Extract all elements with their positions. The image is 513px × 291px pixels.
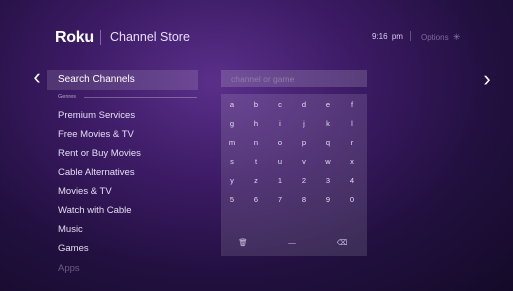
- key-l[interactable]: l: [342, 115, 362, 132]
- key-w[interactable]: w: [318, 153, 338, 170]
- key-r[interactable]: r: [342, 134, 362, 151]
- key-e[interactable]: e: [318, 96, 338, 113]
- key-s[interactable]: s: [222, 153, 242, 170]
- clock-ampm: pm: [391, 32, 403, 41]
- key-9[interactable]: 9: [318, 191, 338, 208]
- key-7[interactable]: 7: [270, 191, 290, 208]
- key-x[interactable]: x: [342, 153, 362, 170]
- menu-item-movies-tv[interactable]: Movies & TV: [58, 186, 112, 197]
- key-d[interactable]: d: [294, 96, 314, 113]
- key-2[interactable]: 2: [294, 172, 314, 189]
- menu-item-rent-or-buy-movies[interactable]: Rent or Buy Movies: [58, 148, 141, 159]
- menu-item-games[interactable]: Games: [58, 243, 89, 254]
- key-n[interactable]: n: [246, 134, 266, 151]
- trash-icon[interactable]: 🗑: [233, 234, 253, 251]
- menu-item-search-channels[interactable]: Search Channels: [47, 70, 198, 90]
- key-t[interactable]: t: [246, 153, 266, 170]
- on-screen-keyboard: a b c d e f g h i j k l m n o p q r s t u v w x y z 1 2 3 4 5 6 7 8 9 0 🗑 — ⌫: [221, 94, 367, 256]
- roku-logo: Roku: [55, 29, 94, 46]
- key-y[interactable]: y: [222, 172, 242, 189]
- header-separator: [410, 31, 411, 41]
- key-q[interactable]: q: [318, 134, 338, 151]
- key-3[interactable]: 3: [318, 172, 338, 189]
- key-u[interactable]: u: [270, 153, 290, 170]
- search-field[interactable]: [221, 70, 367, 87]
- key-f[interactable]: f: [342, 96, 362, 113]
- key-i[interactable]: i: [270, 115, 290, 132]
- menu-item-apps[interactable]: Apps: [58, 263, 80, 274]
- menu-item-cable-alternatives[interactable]: Cable Alternatives: [58, 167, 135, 178]
- key-1[interactable]: 1: [270, 172, 290, 189]
- clock: 9:16 pm: [372, 32, 403, 41]
- header-divider: [100, 30, 101, 45]
- genres-section-label: Genres: [58, 94, 77, 100]
- menu-item-music[interactable]: Music: [58, 224, 83, 235]
- menu-item-premium-services[interactable]: Premium Services: [58, 110, 135, 121]
- key-v[interactable]: v: [294, 153, 314, 170]
- roku-channel-store-screen: Roku Channel Store 9:16 pm Options ✳ ‹ ›…: [0, 0, 513, 291]
- menu-item-watch-with-cable[interactable]: Watch with Cable: [58, 205, 132, 216]
- key-b[interactable]: b: [246, 96, 266, 113]
- key-8[interactable]: 8: [294, 191, 314, 208]
- key-z[interactable]: z: [246, 172, 266, 189]
- menu-item-free-movies-tv[interactable]: Free Movies & TV: [58, 129, 134, 140]
- key-6[interactable]: 6: [246, 191, 266, 208]
- page-title: Channel Store: [110, 30, 190, 44]
- key-k[interactable]: k: [318, 115, 338, 132]
- options-button[interactable]: Options ✳: [421, 32, 460, 43]
- key-p[interactable]: p: [294, 134, 314, 151]
- menu-item-label: Search Channels: [58, 74, 135, 85]
- chevron-left-icon[interactable]: ‹: [28, 66, 46, 90]
- key-m[interactable]: m: [222, 134, 242, 151]
- key-a[interactable]: a: [222, 96, 242, 113]
- key-4[interactable]: 4: [342, 172, 362, 189]
- key-h[interactable]: h: [246, 115, 266, 132]
- key-j[interactable]: j: [294, 115, 314, 132]
- search-input[interactable]: [221, 70, 367, 87]
- backspace-icon[interactable]: ⌫: [332, 234, 352, 251]
- options-label: Options: [421, 33, 449, 42]
- space-key[interactable]: —: [282, 234, 302, 251]
- key-0[interactable]: 0: [342, 191, 362, 208]
- chevron-right-icon[interactable]: ›: [478, 68, 496, 92]
- key-c[interactable]: c: [270, 96, 290, 113]
- asterisk-icon: ✳: [452, 32, 461, 42]
- key-5[interactable]: 5: [222, 191, 242, 208]
- key-g[interactable]: g: [222, 115, 242, 132]
- genres-divider: [84, 97, 197, 98]
- clock-time: 9:16: [372, 32, 388, 41]
- key-o[interactable]: o: [270, 134, 290, 151]
